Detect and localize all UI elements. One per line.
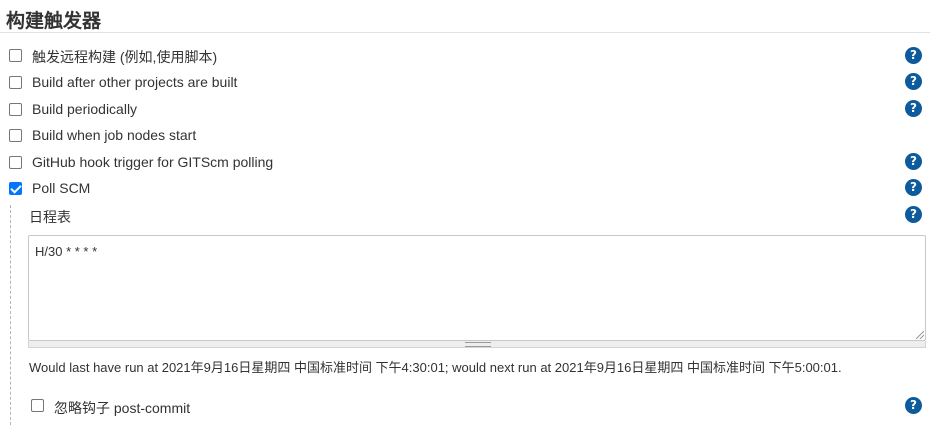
trigger-poll-scm-label: Poll SCM [32,180,91,196]
textarea-expand-bar[interactable] [28,341,926,348]
trigger-build-when-job-nodes-start-label: Build when job nodes start [32,127,197,143]
section-title: 构建触发器 [6,10,102,32]
trigger-build-when-job-nodes-start[interactable]: Build when job nodes start [0,125,933,147]
help-icon[interactable]: ? [905,397,922,414]
grip-icon[interactable] [465,342,491,347]
help-icon[interactable]: ? [905,153,922,170]
help-icon[interactable]: ? [905,100,922,117]
schedule-run-info: Would last have run at 2021年9月16日星期四 中国标… [29,360,842,375]
trigger-poll-scm[interactable]: Poll SCM ? [0,178,933,200]
ignore-post-commit-label: 忽略钩子 post-commit [54,400,191,416]
trigger-build-after-other-projects-label: Build after other projects are built [32,74,238,90]
trigger-github-hook-label: GitHub hook trigger for GITScm polling [32,154,274,170]
section-divider [0,32,930,33]
nested-block-indicator [10,205,11,425]
trigger-github-hook-checkbox[interactable] [9,156,22,169]
schedule-textarea[interactable]: H/30 * * * * [28,235,926,341]
trigger-build-when-job-nodes-start-checkbox[interactable] [9,129,22,142]
trigger-poll-scm-checkbox[interactable] [9,182,22,195]
trigger-github-hook[interactable]: GitHub hook trigger for GITScm polling ? [0,152,933,174]
trigger-remote-build[interactable]: 触发远程构建 (例如,使用脚本) ? [0,45,933,67]
trigger-remote-build-label: 触发远程构建 (例如,使用脚本) [32,49,218,65]
help-icon[interactable]: ? [905,206,922,223]
trigger-build-periodically-label: Build periodically [32,101,138,117]
schedule-value: H/30 * * * * [35,244,98,259]
help-icon[interactable]: ? [905,179,922,196]
trigger-build-periodically[interactable]: Build periodically ? [0,99,933,121]
schedule-label: 日程表 [29,210,71,226]
resize-handle-icon[interactable] [916,331,924,339]
trigger-build-periodically-checkbox[interactable] [9,103,22,116]
trigger-remote-build-checkbox[interactable] [9,49,22,62]
ignore-post-commit-hooks[interactable]: 忽略钩子 post-commit ? [0,396,933,418]
ignore-post-commit-checkbox[interactable] [31,399,44,412]
trigger-build-after-other-projects-checkbox[interactable] [9,76,22,89]
help-icon[interactable]: ? [905,47,922,64]
trigger-build-after-other-projects[interactable]: Build after other projects are built ? [0,72,933,94]
help-icon[interactable]: ? [905,73,922,90]
